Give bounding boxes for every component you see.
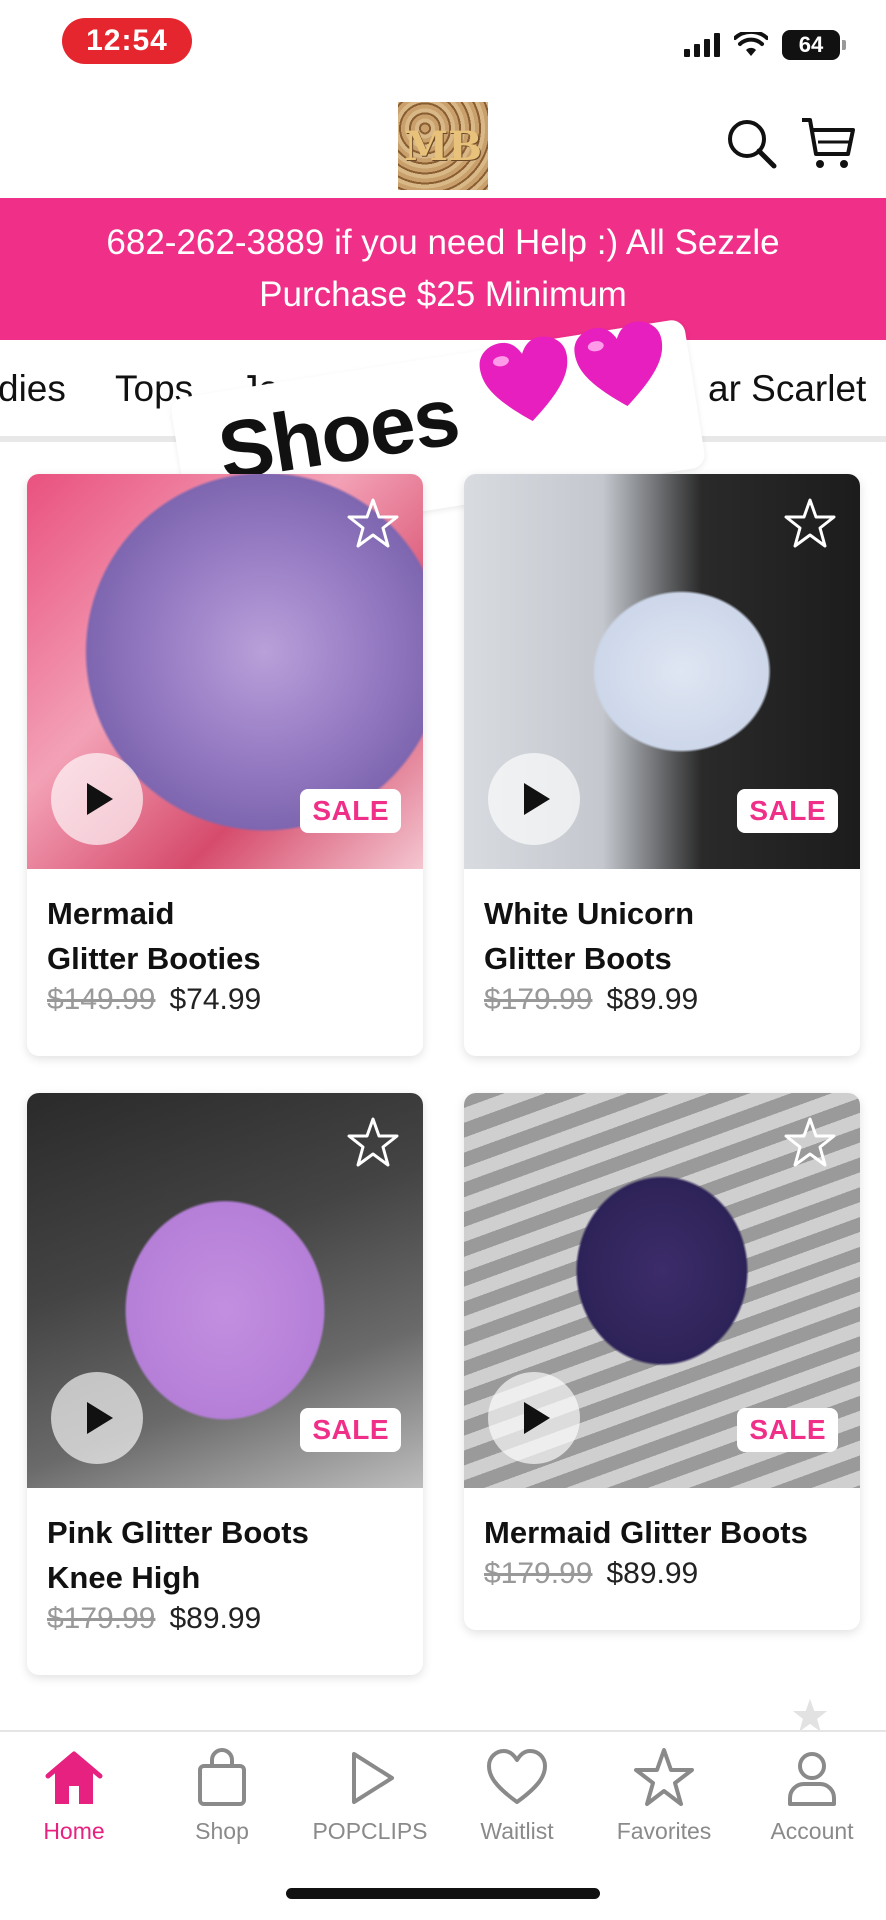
product-image[interactable]: SALE [27,1093,423,1488]
nav-home[interactable]: Home [4,1746,144,1845]
sale-badge: SALE [300,789,401,833]
bag-icon [198,1748,246,1806]
product-name: Mermaid Glitter Booties [47,896,261,976]
sale-badge: SALE [300,1408,401,1452]
nav-waitlist[interactable]: Waitlist [447,1746,587,1845]
store-logo[interactable]: MB [398,102,488,190]
play-icon [352,1752,394,1804]
promo-text: 682-262-3889 if you need Help :) All Sez… [106,223,780,314]
product-name: Mermaid Glitter Boots [484,1515,808,1550]
wifi-icon [734,32,768,56]
play-video-button[interactable] [488,1372,580,1464]
sale-badge: SALE [737,1408,838,1452]
play-video-button[interactable] [51,1372,143,1464]
favorite-star-icon[interactable] [345,1115,401,1171]
product-card[interactable]: SALE Mermaid Glitter Booties $149.99 $74.9… [27,474,423,1056]
play-icon [87,1402,113,1434]
battery-icon: 64 [782,30,846,60]
status-bar: 12:54 64 [0,0,886,80]
app-header: MB [0,96,886,196]
star-icon [634,1748,694,1806]
product-image[interactable]: SALE [464,1093,860,1488]
product-image[interactable]: SALE [27,474,423,869]
original-price: $179.99 [484,1557,593,1590]
sale-price: $89.99 [606,1557,699,1590]
product-image[interactable]: SALE [464,474,860,869]
sale-price: $89.99 [169,1602,262,1635]
product-card[interactable]: SALE Mermaid Glitter Boots $179.99 $89.99 [464,1093,860,1630]
nav-account[interactable]: Account [742,1746,882,1845]
favorite-star-icon[interactable] [345,496,401,552]
play-video-button[interactable] [51,753,143,845]
tab-scarlet[interactable]: ar Scarlet [708,368,866,410]
original-price: $179.99 [47,1602,156,1635]
home-icon [45,1751,103,1804]
original-price: $149.99 [47,983,156,1016]
play-video-button[interactable] [488,753,580,845]
status-icons: 64 [684,30,846,60]
sale-price: $74.99 [169,983,262,1016]
nav-shop[interactable]: Shop [152,1746,292,1845]
product-name: White Unicorn Glitter Boots [484,896,695,976]
home-indicator [286,1888,600,1899]
original-price: $179.99 [484,983,593,1016]
product-card[interactable]: SALE Pink Glitter Boots Knee High $179.99… [27,1093,423,1675]
heart-icon [487,1749,547,1804]
signal-icon [684,33,720,57]
sale-badge: SALE [737,789,838,833]
cart-icon[interactable] [798,114,858,174]
promo-banner: 682-262-3889 if you need Help :) All Sez… [0,198,886,340]
favorite-star-icon[interactable] [782,1115,838,1171]
play-icon [524,1402,550,1434]
play-icon [87,783,113,815]
favorite-star-icon[interactable] [782,496,838,552]
person-icon [788,1752,836,1806]
tab-category[interactable]: dies [0,368,66,410]
nav-favorites[interactable]: Favorites [594,1746,734,1845]
play-icon [524,783,550,815]
status-time: 12:54 [62,18,192,64]
product-name: Pink Glitter Boots Knee High [47,1515,309,1595]
search-icon[interactable] [722,114,782,174]
product-card[interactable]: SALE White Unicorn Glitter Boots $179.99 $… [464,474,860,1056]
nav-popclips[interactable]: POPCLIPS [300,1746,440,1845]
sale-price: $89.99 [606,983,699,1016]
